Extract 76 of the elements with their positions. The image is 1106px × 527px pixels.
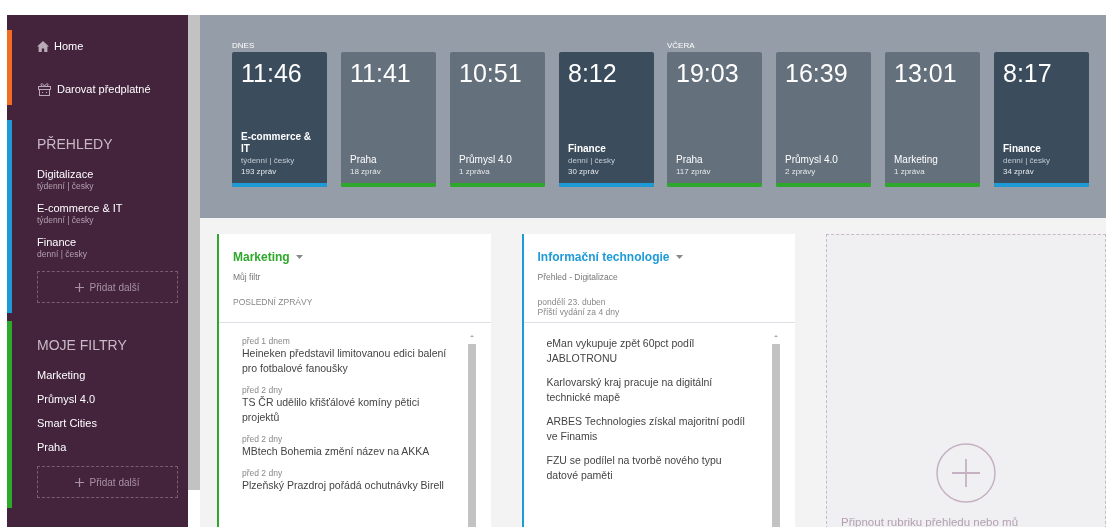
- card-title: Průmysl 4.0: [459, 154, 513, 166]
- message-count: 193 zpráv: [241, 166, 278, 177]
- digest-card[interactable]: 11:41 Praha 18 zpráv: [341, 52, 436, 187]
- section-heading: MOJE FILTRY: [37, 336, 128, 355]
- message-count: 30 zpráv: [568, 166, 600, 177]
- card-title: Průmysl 4.0: [785, 154, 839, 166]
- sidebar-item[interactable]: Marketing: [37, 368, 178, 382]
- panel-subtitle: Přehled - Digitalizace: [537, 271, 619, 284]
- panel-meta: pondělí 23. duben: [537, 296, 607, 307]
- card-title: Finance: [568, 143, 607, 155]
- add-button[interactable]: Přidat další: [37, 271, 178, 303]
- news-item[interactable]: před 2 dny MBtech Bohemia změní název na AKKA: [242, 434, 451, 459]
- news-item[interactable]: před 2 dny TS ČR udělilo křišťálové komíny pětici projektů: [242, 385, 451, 425]
- plus-icon: [75, 477, 85, 487]
- message-count: 2 zprávy: [785, 166, 817, 177]
- news-item[interactable]: ARBES Technologies získal majoritní podíl ve Finamis: [546, 414, 755, 444]
- digest-card[interactable]: 16:39 Průmysl 4.0 2 zprávy: [776, 52, 871, 187]
- message-count: 1 zpráva: [894, 166, 926, 177]
- sidebar-item[interactable]: Digitalizace týdenní | česky: [37, 167, 178, 191]
- day-label: DNES: [232, 40, 256, 52]
- card-title: E-commerce & IT: [241, 131, 313, 155]
- news-item[interactable]: eMan vykupuje zpět 60pct podíl JABLOTRONU: [546, 336, 755, 366]
- digest-card[interactable]: 11:46 E-commerce & IT týdenní | česky 193 zpráv: [232, 52, 327, 187]
- add-circle-icon: [935, 441, 997, 504]
- card-time: 11:46: [241, 58, 303, 89]
- card-title: Praha: [350, 154, 378, 166]
- digest-card[interactable]: 10:51 Průmysl 4.0 1 zpráva: [450, 52, 545, 187]
- card-subtitle: denní | česky: [1003, 155, 1051, 166]
- news-item[interactable]: před 2 dny Plzeňský Prazdroj pořádá ochutnávky Birell: [242, 468, 451, 493]
- day-label: VČERA: [667, 40, 696, 52]
- scrollbar[interactable]: [466, 332, 477, 527]
- news-item[interactable]: před 1 dnem Heineken představil limitovanou edici balení pro fotbalové fanoušky: [242, 336, 451, 376]
- card-time: 8:17: [1003, 58, 1053, 89]
- card-title: Marketing: [894, 154, 939, 166]
- sidebar-item[interactable]: Průmysl 4.0: [37, 392, 178, 406]
- scrollbar[interactable]: [771, 332, 781, 527]
- panel-subtitle: Můj filtr: [233, 271, 262, 284]
- home-icon: [37, 40, 49, 52]
- card-time: 16:39: [785, 58, 849, 89]
- card-title: Praha: [676, 154, 704, 166]
- sidebar-link[interactable]: Home: [37, 38, 188, 55]
- news-item[interactable]: FZU se podílel na tvorbě nového typu datové paměti: [546, 453, 755, 483]
- item-subtitle: denní | česky: [37, 249, 88, 259]
- section-heading: PŘEHLEDY: [37, 135, 114, 154]
- card-subtitle: týdenní | česky: [241, 155, 296, 166]
- card-time: 10:51: [459, 58, 523, 89]
- item-subtitle: týdenní | česky: [37, 181, 95, 191]
- card-title: Finance: [1003, 143, 1042, 155]
- gift-icon: [37, 81, 52, 96]
- add-button[interactable]: Přidat další: [37, 466, 178, 498]
- sidebar-item[interactable]: E-commerce & IT týdenní | česky: [37, 201, 178, 225]
- digest-card[interactable]: 13:01 Marketing 1 zpráva: [885, 52, 980, 187]
- message-count: 18 zpráv: [350, 166, 382, 177]
- sidebar-item[interactable]: Smart Cities: [37, 416, 178, 430]
- digest-card[interactable]: 8:12 Finance denní | česky 30 zpráv: [559, 52, 654, 187]
- sidebar-item[interactable]: Finance denní | česky: [37, 235, 178, 259]
- sidebar-link[interactable]: Darovat předplatné: [37, 80, 188, 97]
- caret-icon: [295, 255, 303, 259]
- panel-meta: POSLEDNÍ ZPRÁVY: [233, 296, 314, 307]
- message-count: 1 zpráva: [459, 166, 491, 177]
- card-time: 19:03: [676, 58, 740, 89]
- item-subtitle: týdenní | česky: [37, 215, 95, 225]
- digest-card[interactable]: 8:17 Finance denní | česky 34 zpráv: [994, 52, 1089, 187]
- sidebar-item[interactable]: Praha: [37, 440, 178, 454]
- message-count: 117 zpráv: [676, 166, 712, 177]
- message-count: 34 zpráv: [1003, 166, 1035, 177]
- card-time: 8:12: [568, 58, 618, 89]
- digest-card[interactable]: 19:03 Praha 117 zpráv: [667, 52, 762, 187]
- card-subtitle: denní | česky: [568, 155, 616, 166]
- card-time: 13:01: [894, 58, 958, 89]
- caret-icon: [675, 255, 683, 259]
- news-item[interactable]: Karlovarský kraj pracuje na digitální technické mapě: [546, 375, 755, 405]
- panel-meta: Příští vydání za 4 dny: [537, 306, 621, 317]
- plus-icon: [75, 282, 85, 292]
- sidebar-scrollbar[interactable]: [188, 15, 200, 490]
- card-time: 11:41: [350, 58, 412, 89]
